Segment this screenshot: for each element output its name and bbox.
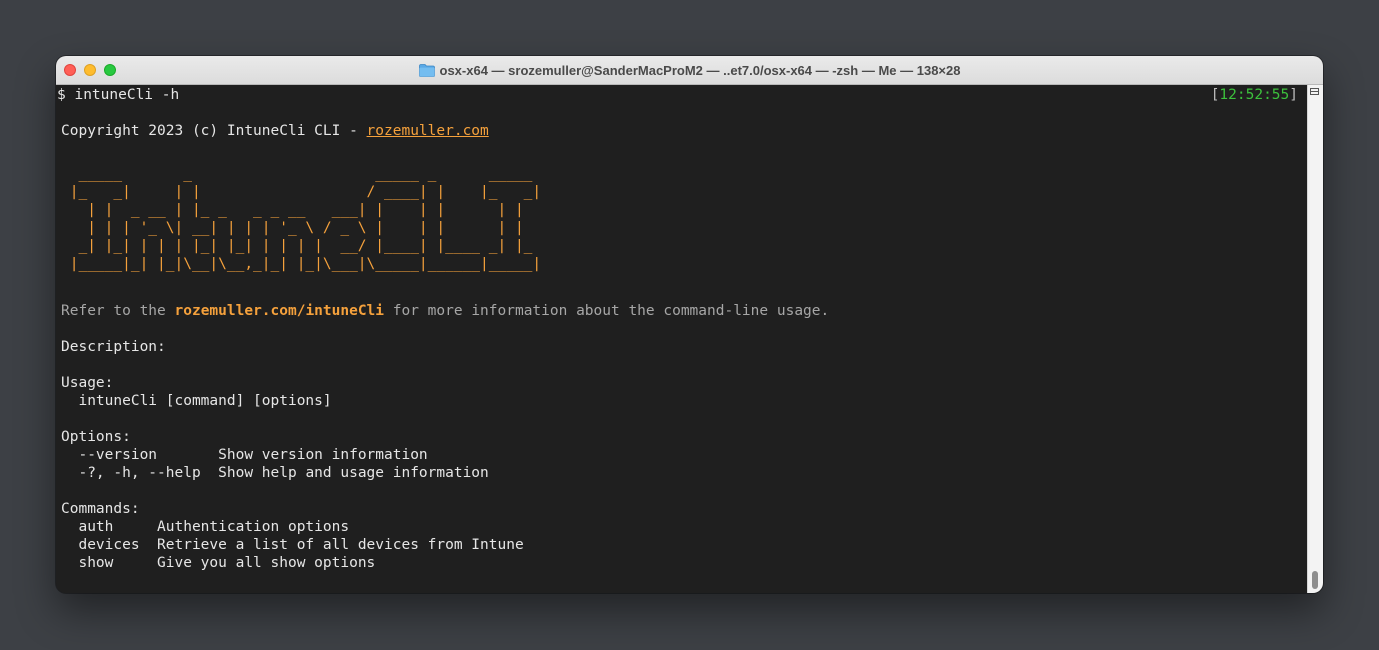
command-row: devices Retrieve a list of all devices f…: [61, 536, 524, 554]
folder-icon: [418, 63, 435, 77]
clock-time: 12:52:55: [1219, 87, 1290, 103]
command-desc: Authentication options: [157, 519, 350, 535]
description-label: Description:: [61, 339, 166, 355]
commands-label: Commands:: [61, 501, 140, 517]
refer-link[interactable]: rozemuller.com/intuneCli: [175, 303, 385, 319]
options-label: Options:: [61, 429, 131, 445]
clock-readout: [12:52:55]: [1210, 87, 1298, 103]
command-row: show Give you all show options: [61, 554, 375, 572]
terminal-output[interactable]: $ intuneCli -h [12:52:55] Copyright 2023…: [56, 85, 1308, 593]
usage-label: Usage:: [61, 375, 114, 391]
terminal-window: osx-x64 — srozemuller@SanderMacProM2 — .…: [56, 56, 1323, 593]
command-name: show: [61, 555, 158, 571]
copyright-text: Copyright 2023 (c) IntuneCli CLI -: [61, 123, 367, 139]
scrollbar-thumb[interactable]: [1312, 571, 1318, 589]
refer-line: Refer to the rozemuller.com/intuneCli fo…: [61, 302, 829, 320]
usage-line: intuneCli [command] [options]: [61, 393, 332, 409]
command-desc: Retrieve a list of all devices from Intu…: [157, 537, 524, 553]
command-row: auth Authentication options: [61, 518, 349, 536]
vertical-scrollbar[interactable]: [1307, 85, 1323, 593]
window-title-container: osx-x64 — srozemuller@SanderMacProM2 — .…: [56, 56, 1323, 84]
option-desc: Show help and usage information: [218, 465, 489, 481]
refer-suffix: for more information about the command-l…: [384, 303, 830, 319]
option-flag: -?, -h, --help: [61, 465, 219, 481]
command-name: devices: [61, 537, 158, 553]
option-flag: --version: [61, 447, 219, 463]
copyright-line: Copyright 2023 (c) IntuneCli CLI - rozem…: [61, 122, 489, 140]
command-prompt-line: $ intuneCli -h: [57, 87, 180, 103]
window-title: osx-x64 — srozemuller@SanderMacProM2 — .…: [439, 62, 961, 78]
command-name: auth: [61, 519, 158, 535]
command-desc: Give you all show options: [157, 555, 376, 571]
title-bar[interactable]: osx-x64 — srozemuller@SanderMacProM2 — .…: [56, 56, 1323, 85]
option-row: --version Show version information: [61, 446, 428, 464]
copyright-link[interactable]: rozemuller.com: [367, 123, 489, 139]
refer-prefix: Refer to the: [61, 303, 175, 319]
option-desc: Show version information: [218, 447, 428, 463]
split-pane-icon[interactable]: [1310, 88, 1319, 95]
ascii-art-logo: _____ _ _____ _ _____ |_ _| | | / ____| …: [69, 166, 542, 272]
option-row: -?, -h, --help Show help and usage infor…: [61, 464, 489, 482]
